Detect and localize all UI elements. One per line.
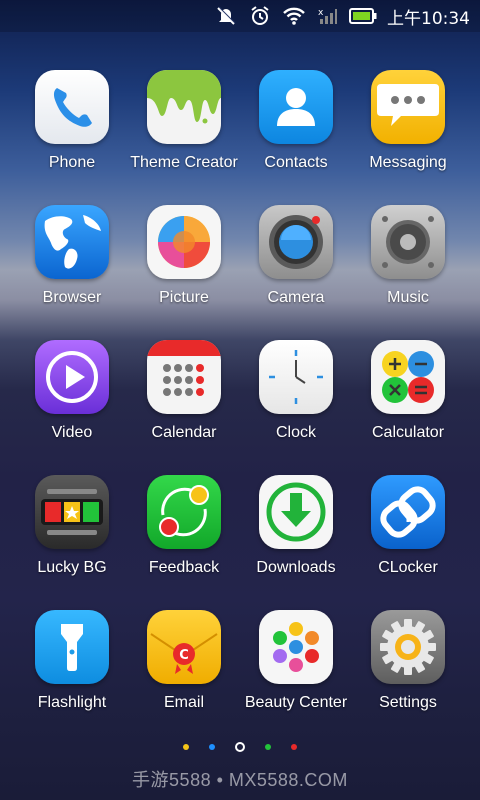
app-label: Camera — [267, 289, 325, 306]
battery-icon — [349, 5, 377, 27]
app-label: Messaging — [369, 154, 447, 171]
signal-icon: x — [315, 5, 341, 27]
app-music[interactable]: Music — [352, 205, 464, 340]
app-email[interactable]: C Email — [128, 610, 240, 745]
app-label: Picture — [159, 289, 209, 306]
app-clock[interactable]: Clock — [240, 340, 352, 475]
page-indicator — [0, 742, 480, 752]
globe-icon — [35, 205, 109, 279]
contacts-icon — [259, 70, 333, 144]
app-beauty-center[interactable]: Beauty Center — [240, 610, 352, 745]
lock-link-icon — [371, 475, 445, 549]
email-icon: C — [147, 610, 221, 684]
download-icon — [259, 475, 333, 549]
svg-text:C: C — [179, 648, 189, 663]
app-settings[interactable]: Settings — [352, 610, 464, 745]
app-label: Feedback — [148, 559, 220, 576]
clock-icon — [259, 340, 333, 414]
watermark: 手游5588 • MX5588.COM — [132, 770, 348, 790]
app-label: Clock — [275, 424, 316, 441]
app-label: Calendar — [151, 424, 217, 441]
app-label: Music — [387, 289, 429, 306]
status-time: 上午10:34 — [387, 8, 470, 29]
flashlight-icon — [35, 610, 109, 684]
app-theme-creator[interactable]: Theme Creator — [128, 70, 240, 205]
alarm-icon — [247, 5, 273, 27]
app-label: Browser — [42, 289, 102, 306]
mute-icon — [213, 5, 239, 27]
calculator-icon — [371, 340, 445, 414]
page-dot-3-current[interactable] — [235, 742, 245, 752]
app-label: Contacts — [264, 154, 328, 171]
picture-icon — [147, 205, 221, 279]
page-dot-1[interactable] — [183, 744, 189, 750]
app-label: Settings — [379, 694, 437, 711]
page-dot-5[interactable] — [291, 744, 297, 750]
wifi-icon — [281, 5, 307, 27]
app-calculator[interactable]: Calculator — [352, 340, 464, 475]
app-flashlight[interactable]: Flashlight — [16, 610, 128, 745]
app-downloads[interactable]: Downloads — [240, 475, 352, 610]
app-label: Video — [51, 424, 93, 441]
camera-icon — [259, 205, 333, 279]
messaging-icon — [371, 70, 445, 144]
app-label: Phone — [48, 154, 96, 171]
slot-machine-icon — [35, 475, 109, 549]
page-dot-4[interactable] — [265, 744, 271, 750]
feedback-icon — [147, 475, 221, 549]
gear-icon — [371, 610, 445, 684]
svg-text:x: x — [318, 8, 324, 18]
app-camera[interactable]: Camera — [240, 205, 352, 340]
status-bar: x 上午10:34 — [0, 0, 480, 32]
app-label: CLocker — [378, 559, 438, 576]
beauty-center-icon — [259, 610, 333, 684]
app-label: Calculator — [371, 424, 445, 441]
app-lucky-bg[interactable]: Lucky BG — [16, 475, 128, 610]
app-grid: Phone Theme Creator Contacts Messaging B… — [16, 70, 464, 745]
app-clocker[interactable]: CLocker — [352, 475, 464, 610]
app-label: Theme Creator — [130, 154, 238, 171]
page-dot-2[interactable] — [209, 744, 215, 750]
app-messaging[interactable]: Messaging — [352, 70, 464, 205]
calendar-icon — [147, 340, 221, 414]
app-phone[interactable]: Phone — [16, 70, 128, 205]
app-contacts[interactable]: Contacts — [240, 70, 352, 205]
app-picture[interactable]: Picture — [128, 205, 240, 340]
app-calendar[interactable]: Calendar — [128, 340, 240, 475]
app-label: Downloads — [256, 559, 336, 576]
app-video[interactable]: Video — [16, 340, 128, 475]
app-label: Flashlight — [37, 694, 107, 711]
app-label: Email — [163, 694, 204, 711]
theme-creator-icon — [147, 70, 221, 144]
phone-icon — [35, 70, 109, 144]
app-label: Lucky BG — [37, 559, 107, 576]
app-feedback[interactable]: Feedback — [128, 475, 240, 610]
app-browser[interactable]: Browser — [16, 205, 128, 340]
speaker-icon — [371, 205, 445, 279]
app-label: Beauty Center — [244, 694, 348, 711]
play-icon — [35, 340, 109, 414]
